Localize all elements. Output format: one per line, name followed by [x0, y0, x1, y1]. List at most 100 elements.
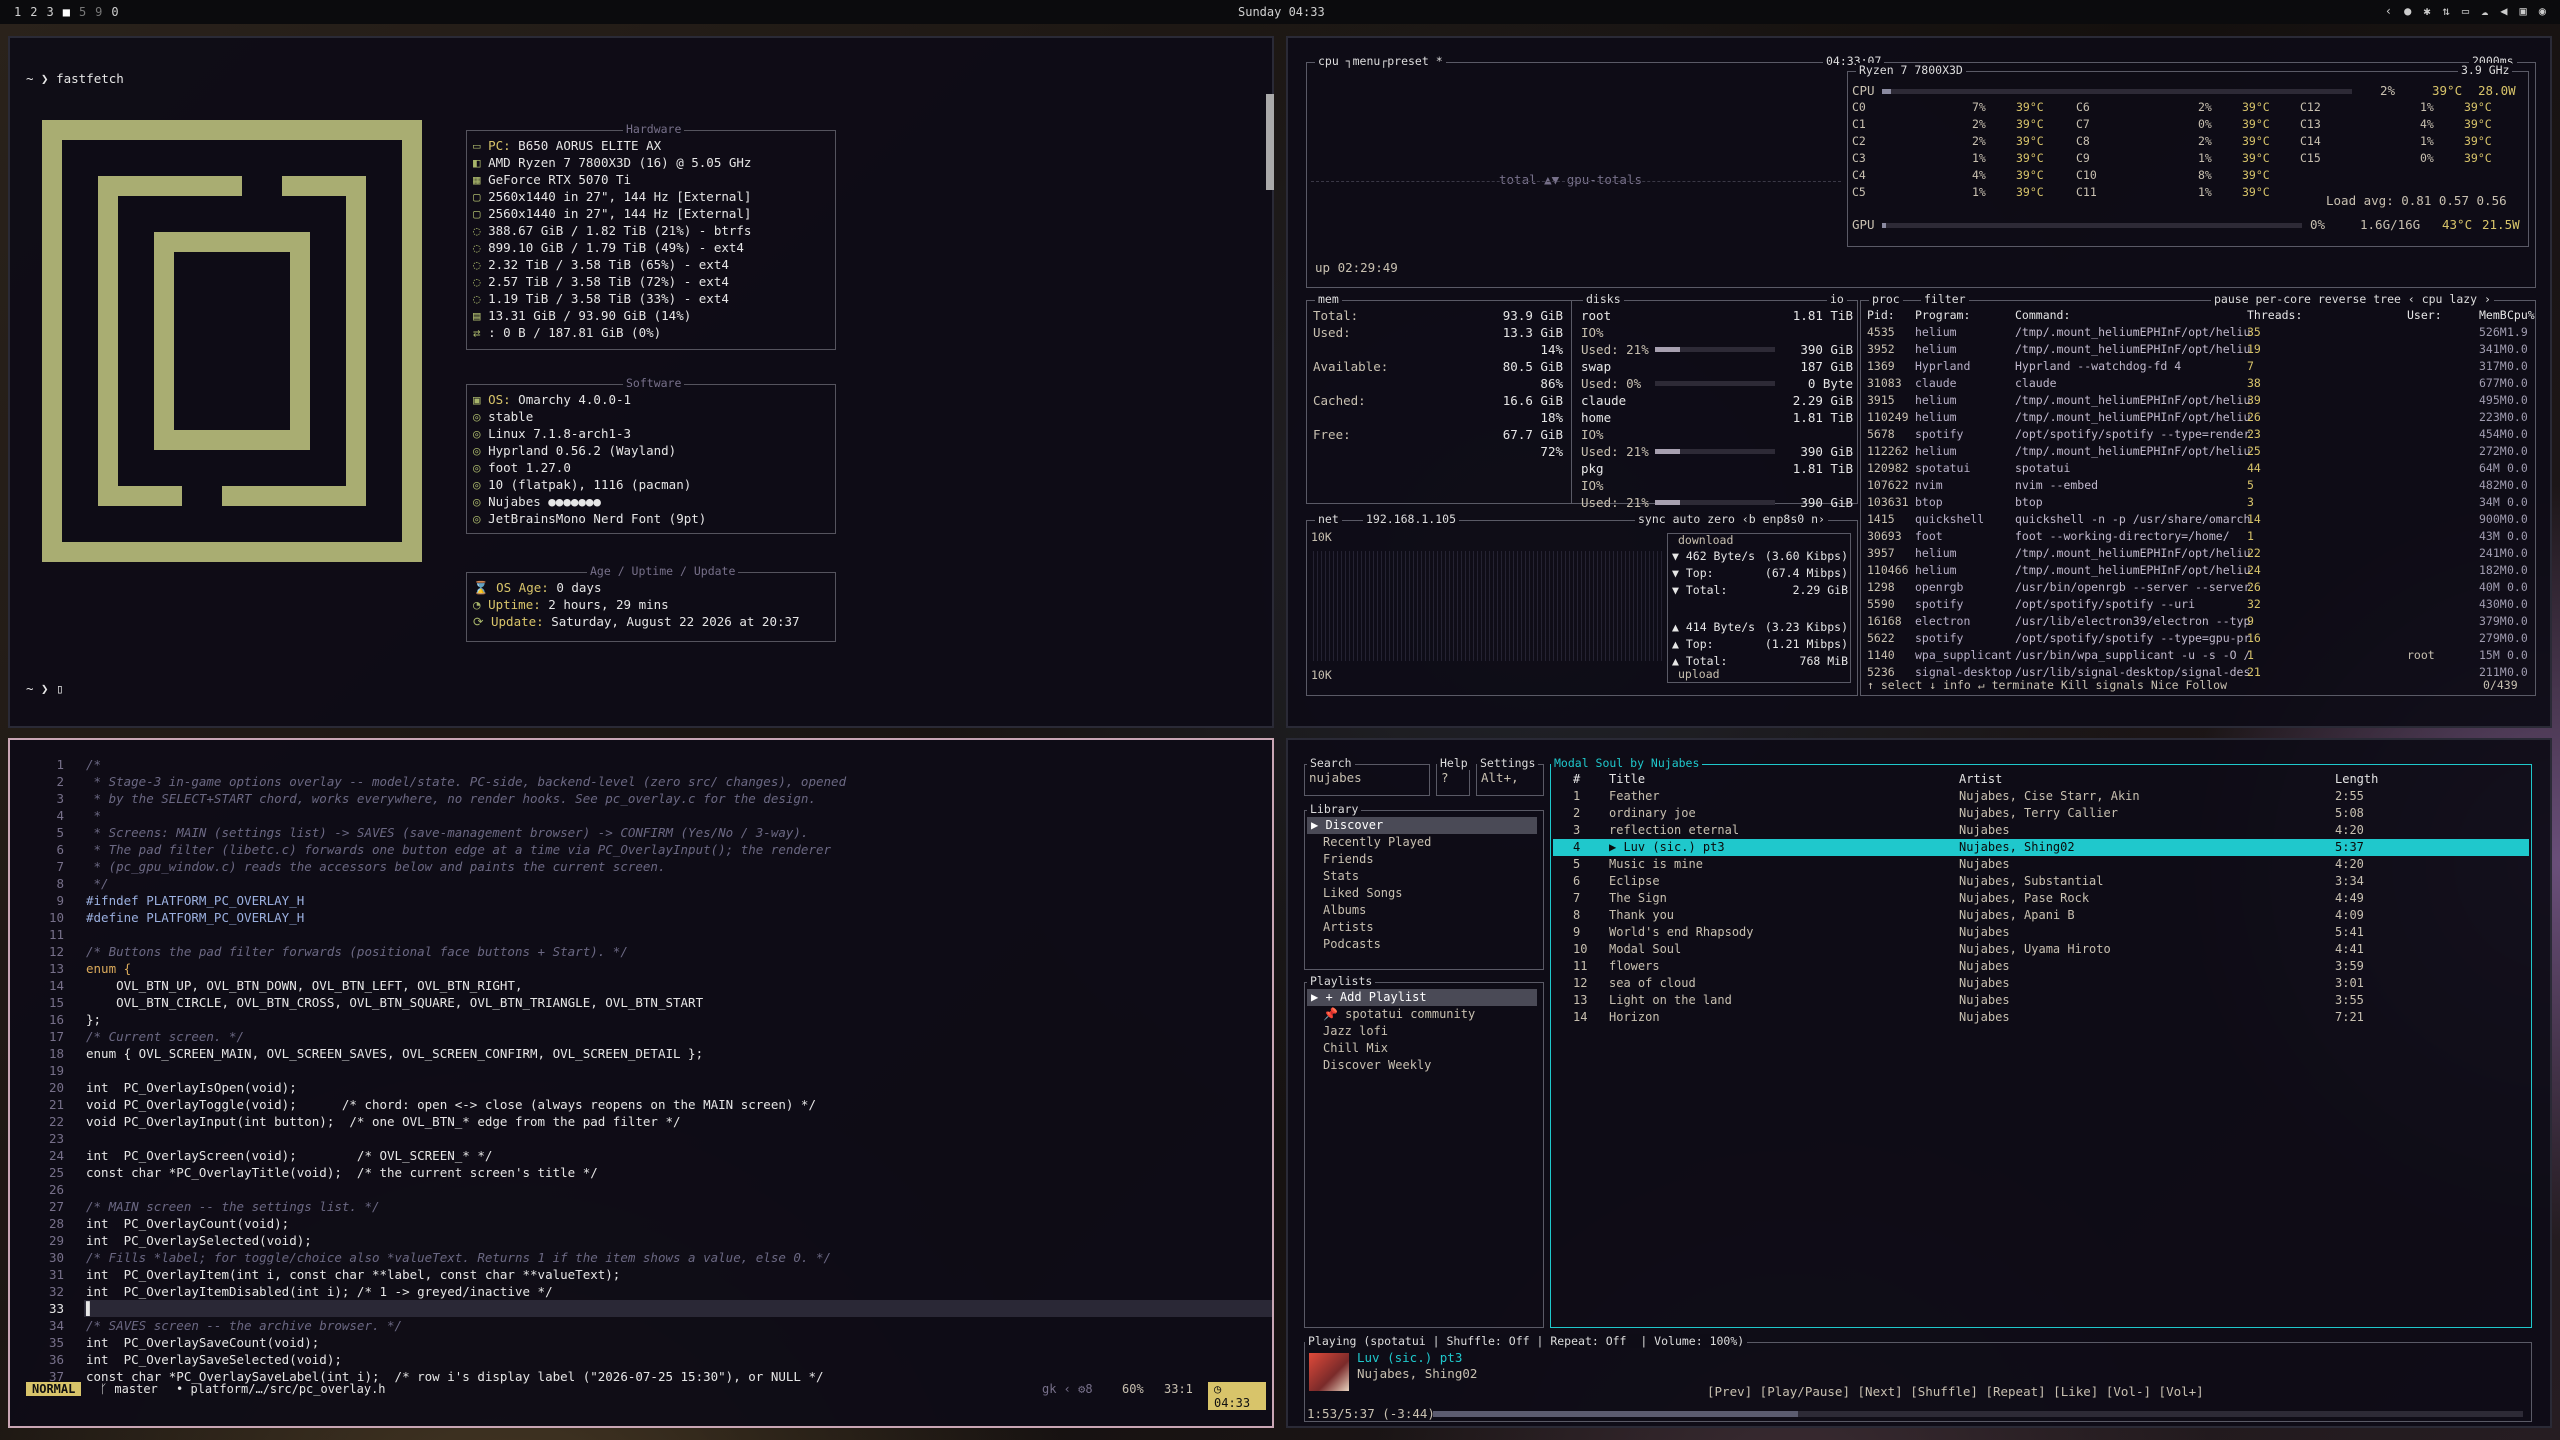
proc-cell[interactable]: 454M	[2479, 426, 2507, 443]
workspace-5[interactable]: 5	[79, 5, 86, 19]
proc-cell[interactable]: 0.0	[2507, 511, 2528, 528]
proc-cell[interactable]: /opt/spotify/spotify --uri	[2015, 596, 2195, 613]
proc-cell[interactable]: 3	[2247, 494, 2254, 511]
proc-cell[interactable]: claude	[2015, 375, 2057, 392]
proc-cell[interactable]: 272M	[2479, 443, 2507, 460]
proc-cell[interactable]: 0.0	[2507, 460, 2528, 477]
proc-cell[interactable]: 107622	[1867, 477, 1909, 494]
proc-cell[interactable]: 0.0	[2507, 358, 2528, 375]
proc-cell[interactable]: 25	[2247, 443, 2261, 460]
workspace-■[interactable]: ■	[63, 5, 70, 19]
proc-cell[interactable]: helium	[1915, 341, 1957, 358]
track-cell[interactable]: Nujabes	[1959, 856, 2010, 873]
track-cell[interactable]: Nujabes, Uyama Hiroto	[1959, 941, 2111, 958]
proc-cell[interactable]: quickshell	[1915, 511, 1984, 528]
track-cell[interactable]: Nujabes, Apani B	[1959, 907, 2075, 924]
tray-icon[interactable]: ▣	[2520, 4, 2527, 18]
proc-cell[interactable]: spotify	[1915, 630, 1963, 647]
proc-cell[interactable]: spotatui	[1915, 460, 1970, 477]
code-line[interactable]: OVL_BTN_UP, OVL_BTN_DOWN, OVL_BTN_LEFT, …	[86, 977, 522, 994]
proc-cell[interactable]: 1298	[1867, 579, 1895, 596]
code-line[interactable]: /* Current screen. */	[86, 1028, 244, 1045]
track-cell[interactable]: sea of cloud	[1609, 975, 1696, 992]
proc-cell[interactable]: Hyprland --watchdog-fd 4	[2015, 358, 2181, 375]
track-cell[interactable]: Nujabes, Pase Rock	[1959, 890, 2089, 907]
tray-icon[interactable]: ◀	[2500, 4, 2507, 18]
track-cell[interactable]: 1	[1573, 788, 1580, 805]
proc-cell[interactable]: 26	[2247, 409, 2261, 426]
proc-cell[interactable]: helium	[1915, 392, 1957, 409]
code-line[interactable]: void PC_OverlayToggle(void); /* chord: o…	[86, 1096, 816, 1113]
proc-cell[interactable]: 0.0	[2507, 647, 2528, 664]
track-cell[interactable]: Nujabes	[1959, 1009, 2010, 1026]
proc-cell[interactable]: 182M	[2479, 562, 2507, 579]
playback-controls[interactable]: [Prev] [Play/Pause] [Next] [Shuffle] [Re…	[1707, 1383, 2204, 1400]
proc-cell[interactable]: /tmp/.mount_heliumEPHInF/opt/heliu	[2015, 545, 2250, 562]
proc-cell[interactable]: /tmp/.mount_heliumEPHInF/opt/heliu	[2015, 562, 2250, 579]
proc-cell[interactable]: 16	[2247, 630, 2261, 647]
code-line[interactable]: /* Fills *label; for toggle/choice also …	[86, 1249, 831, 1266]
proc-cell[interactable]: 526M	[2479, 324, 2507, 341]
proc-cell[interactable]: helium	[1915, 443, 1957, 460]
code-line[interactable]: enum {	[86, 960, 131, 977]
proc-cell[interactable]: root	[2407, 647, 2435, 664]
proc-cell[interactable]: /tmp/.mount_heliumEPHInF/opt/heliu	[2015, 392, 2250, 409]
proc-header-cell[interactable]: Cpu%	[2507, 307, 2535, 324]
proc-cell[interactable]: /tmp/.mount_heliumEPHInF/opt/heliu	[2015, 409, 2250, 426]
proc-cell[interactable]: claude	[1915, 375, 1957, 392]
proc-cell[interactable]: btop	[2015, 494, 2043, 511]
proc-cell[interactable]: spotify	[1915, 596, 1963, 613]
proc-cell[interactable]: 341M	[2479, 341, 2507, 358]
proc-cell[interactable]: 19	[2247, 341, 2261, 358]
code-line[interactable]: /* Buttons the pad filter forwards (posi…	[86, 943, 628, 960]
proc-cell[interactable]: 35	[2247, 324, 2261, 341]
library-item[interactable]: Podcasts	[1307, 936, 1381, 953]
tray-icon[interactable]: ‹	[2385, 4, 2392, 18]
proc-cell[interactable]: 1	[2247, 647, 2254, 664]
library-item[interactable]: Stats	[1307, 868, 1359, 885]
code-line[interactable]: * (pc_gpu_window.c) reads the accessors …	[86, 858, 666, 875]
track-cell[interactable]: 4:09	[2335, 907, 2364, 924]
proc-cell[interactable]: 30693	[1867, 528, 1902, 545]
track-cell[interactable]: Nujabes, Cise Starr, Akin	[1959, 788, 2140, 805]
proc-cell[interactable]: 110249	[1867, 409, 1909, 426]
proc-cell[interactable]: 64M	[2479, 460, 2500, 477]
code-line[interactable]: int PC_OverlaySaveCount(void);	[86, 1334, 319, 1351]
track-cell[interactable]: 14	[1573, 1009, 1587, 1026]
library-item[interactable]: Friends	[1307, 851, 1374, 868]
playlist-item[interactable]: Discover Weekly	[1307, 1057, 1431, 1074]
track-cell[interactable]: Feather	[1609, 788, 1660, 805]
proc-cell[interactable]: 317M	[2479, 358, 2507, 375]
track-cell[interactable]: 4:41	[2335, 941, 2364, 958]
proc-cell[interactable]: /opt/spotify/spotify --type=gpu-pr	[2015, 630, 2250, 647]
track-cell[interactable]: 7	[1573, 890, 1580, 907]
tray-icon[interactable]: ⇅	[2443, 4, 2450, 18]
track-cell[interactable]: ordinary joe	[1609, 805, 1696, 822]
proc-cell[interactable]: 3952	[1867, 341, 1895, 358]
track-cell[interactable]: 7:21	[2335, 1009, 2364, 1026]
track-cell[interactable]: Nujabes	[1959, 958, 2010, 975]
track-cell[interactable]: 6	[1573, 873, 1580, 890]
proc-cell[interactable]: spotatui	[2015, 460, 2070, 477]
search-box[interactable]: Search nujabes	[1304, 756, 1430, 796]
track-cell[interactable]: World's end Rhapsody	[1609, 924, 1754, 941]
proc-cell[interactable]: 0.0	[2507, 392, 2528, 409]
track-cell[interactable]: 11	[1573, 958, 1587, 975]
proc-cell[interactable]: 103631	[1867, 494, 1909, 511]
code-line[interactable]: *	[86, 807, 102, 824]
proc-header-cell[interactable]: Pid:	[1867, 307, 1895, 324]
clock[interactable]: Sunday 04:33	[1238, 5, 1325, 19]
library-item[interactable]: Albums	[1307, 902, 1366, 919]
proc-cell[interactable]: 379M	[2479, 613, 2507, 630]
track-cell[interactable]: 5:37	[2335, 839, 2364, 856]
proc-cell[interactable]: 1415	[1867, 511, 1895, 528]
track-cell[interactable]: 5:08	[2335, 805, 2364, 822]
proc-header-cell[interactable]: User:	[2407, 307, 2442, 324]
proc-cell[interactable]: 43M	[2479, 528, 2500, 545]
library-item[interactable]: Artists	[1307, 919, 1374, 936]
proc-cell[interactable]: 495M	[2479, 392, 2507, 409]
proc-cell[interactable]: helium	[1915, 562, 1957, 579]
proc-cell[interactable]: 241M	[2479, 545, 2507, 562]
proc-cell[interactable]: 5	[2247, 477, 2254, 494]
code-line[interactable]: enum { OVL_SCREEN_MAIN, OVL_SCREEN_SAVES…	[86, 1045, 703, 1062]
